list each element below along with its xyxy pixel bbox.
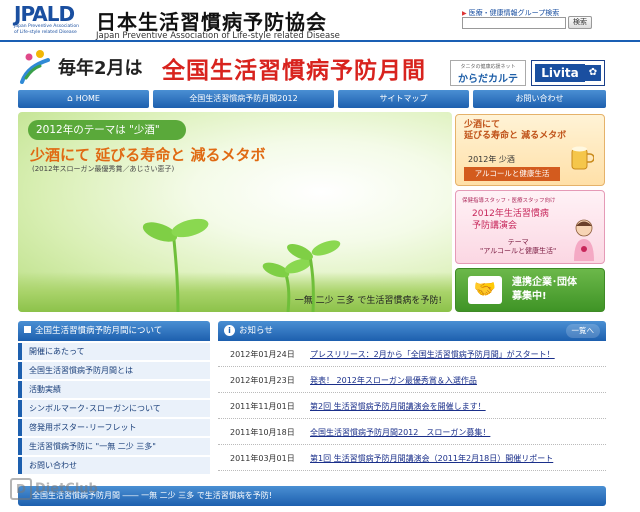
livita-banner[interactable]: Livita ✿ xyxy=(531,60,605,86)
news-section: i お知らせ 一覧へ 2012年01月24日 プレスリリース：2月から「全国生活習… xyxy=(218,321,606,471)
menu-item-opening[interactable]: 開催にあたって xyxy=(18,343,210,360)
news-row: 2012年01月24日 プレスリリース：2月から「全国生活習慣病予防月間」がスタ… xyxy=(218,341,606,367)
sp1-year: 2012年 少酒 xyxy=(468,155,515,164)
menu-item-activities[interactable]: 活動実績 xyxy=(18,381,210,398)
news-link[interactable]: 第1回 生活習慣病予防月間講演会（2011年2月18日）開催リポート xyxy=(310,453,553,464)
news-date: 2012年01月23日 xyxy=(230,376,295,385)
sp2-title-line-2: 予防講演会 xyxy=(472,221,518,231)
menu-item-contact[interactable]: お問い合わせ xyxy=(18,457,210,474)
watermark-text: DietClub xyxy=(35,481,98,497)
main-nav: ⌂ HOME 全国生活習慣病予防月間2012 サイトマップ お問い合わせ xyxy=(18,90,606,108)
sp1-title: 少酒にて 延びる寿命と 減るメタボ xyxy=(464,120,566,142)
banner-title: 全国生活習慣病予防月間 xyxy=(162,58,426,84)
info-icon: i xyxy=(224,325,235,336)
slogan-panel[interactable]: 少酒にて 延びる寿命と 減るメタボ 2012年 少酒 アルコールと健康生活 xyxy=(455,114,605,186)
home-icon: ⌂ xyxy=(67,94,73,104)
sp2-title: 2012年生活習慣病 予防講演会 xyxy=(472,208,549,232)
nav-home[interactable]: ⌂ HOME xyxy=(18,90,149,108)
dietclub-logo-icon: D xyxy=(10,478,32,500)
hero-theme-pill: 2012年のテーマは "少酒" xyxy=(28,120,186,140)
ribbon-logo-icon xyxy=(20,50,50,84)
about-menu-header: 全国生活習慣病予防月間について xyxy=(18,321,210,341)
news-row: 2011年10月18日 全国生活習慣病予防月間2012 スローガン募集！ xyxy=(218,419,606,445)
site-header: JPALD Japan Preventive Association of Li… xyxy=(0,0,640,44)
partner1-text: からだカルテ xyxy=(458,74,518,85)
partner1-small: タニタの健康応援ネット xyxy=(460,64,516,70)
livita-emblem-icon: ✿ xyxy=(585,65,601,81)
menu-item-symbol-slogan[interactable]: シンボルマーク･スローガンについて xyxy=(18,400,210,417)
header-divider xyxy=(0,40,640,42)
sp1-title-line-2: 延びる寿命と 減るメタボ xyxy=(464,131,567,141)
hero-credit: (2012年スローガン最優秀賞／あじさい恵子) xyxy=(32,165,175,173)
sp3-line-1: 連携企業･団体 xyxy=(512,277,577,288)
news-row: 2011年11月01日 第2回 生活習慣病予防月間講演会を開催します！ xyxy=(218,393,606,419)
sp2-title-line-1: 2012年生活習慣病 xyxy=(472,209,549,219)
sp2-theme-label: テーマ xyxy=(507,238,529,246)
sp1-tag: アルコールと健康生活 xyxy=(464,167,560,181)
menu-item-ichimu-nisho-santa[interactable]: 生活習慣病予防に "一無 二少 三多" xyxy=(18,438,210,455)
mug-icon xyxy=(571,146,594,170)
partner-recruit-panel[interactable]: 🤝 連携企業･団体 募集中! xyxy=(455,268,605,312)
handshake-icon: 🤝 xyxy=(468,276,502,304)
news-link[interactable]: プレスリリース：2月から「全国生活習慣病予防月間」がスタート！ xyxy=(310,349,555,360)
logo-sub-line-1: Japan Preventive Association xyxy=(14,24,79,29)
news-link[interactable]: 全国生活習慣病予防月間2012 スローガン募集！ xyxy=(310,427,490,438)
sp1-title-line-1: 少酒にて xyxy=(464,120,501,130)
nav-contact[interactable]: お問い合わせ xyxy=(473,90,606,108)
logo-mark: JPALD xyxy=(14,2,75,26)
hero-banner: 2012年のテーマは "少酒" 少酒にて 延びる寿命と 減るメタボ (2012年… xyxy=(18,112,452,312)
jpald-logo[interactable]: JPALD Japan Preventive Association of Li… xyxy=(14,4,88,42)
sp3-line-2: 募集中! xyxy=(512,291,547,302)
footer-bar: 全国生活習慣病予防月間 ―― 一無 二少 三多 で生活習慣病を予防! xyxy=(18,486,606,506)
news-more-link[interactable]: 一覧へ xyxy=(565,324,600,338)
nav-sitemap[interactable]: サイトマップ xyxy=(338,90,469,108)
sp2-small: 保健指導スタッフ・医療スタッフ向け xyxy=(462,198,556,204)
news-date: 2011年10月18日 xyxy=(230,428,295,437)
lecture-panel[interactable]: 保健指導スタッフ・医療スタッフ向け 2012年生活習慣病 予防講演会 テーマ "アル… xyxy=(455,190,605,264)
dietclub-watermark: D DietClub xyxy=(10,478,98,500)
nav-month-2012[interactable]: 全国生活習慣病予防月間2012 xyxy=(153,90,334,108)
nurse-illustration-icon xyxy=(574,219,594,261)
menu-item-about-month[interactable]: 全国生活習慣病予防月間とは xyxy=(18,362,210,379)
about-menu-title: 全国生活習慣病予防月間について xyxy=(35,326,163,336)
banner-prefix: 毎年2月は xyxy=(58,58,143,79)
menu-item-posters[interactable]: 啓発用ポスター･リーフレット xyxy=(18,419,210,436)
partner2-text: Livita xyxy=(535,64,585,82)
news-link[interactable]: 第2回 生活習慣病予防月間講演会を開催します！ xyxy=(310,401,486,412)
news-row: 2011年03月01日 第1回 生活習慣病予防月間講演会（2011年2月18日）… xyxy=(218,445,606,471)
search-button[interactable]: 検索 xyxy=(568,16,592,29)
news-link[interactable]: 発表！ 2012年スローガン最優秀賞＆入選作品 xyxy=(310,375,477,386)
hero-slogan: 少酒にて 延びる寿命と 減るメタボ xyxy=(30,146,266,164)
news-date: 2012年01月24日 xyxy=(230,350,295,359)
hero-caption: 一無 二少 三多 で生活習慣病を予防! xyxy=(294,296,442,306)
nav-home-label: HOME xyxy=(75,94,100,103)
square-bullet-icon xyxy=(24,326,31,333)
news-title: お知らせ xyxy=(239,326,273,336)
sp2-theme: テーマ "アルコールと健康生活" xyxy=(480,238,556,256)
about-menu: 全国生活習慣病予防月間について 開催にあたって 全国生活習慣病予防月間とは 活動… xyxy=(18,321,210,474)
news-header: i お知らせ 一覧へ xyxy=(218,321,606,341)
sp2-theme-text: "アルコールと健康生活" xyxy=(480,247,557,255)
news-date: 2011年03月01日 xyxy=(230,454,295,463)
sp3-text: 連携企業･団体 募集中! xyxy=(512,276,577,304)
news-date: 2011年11月01日 xyxy=(230,402,295,411)
logo-sub-line-2: of Life-style related Disease xyxy=(14,29,77,35)
karada-karte-banner[interactable]: タニタの健康応援ネット からだカルテ xyxy=(450,60,526,86)
news-row: 2012年01月23日 発表！ 2012年スローガン最優秀賞＆入選作品 xyxy=(218,367,606,393)
search-input[interactable] xyxy=(462,17,566,29)
